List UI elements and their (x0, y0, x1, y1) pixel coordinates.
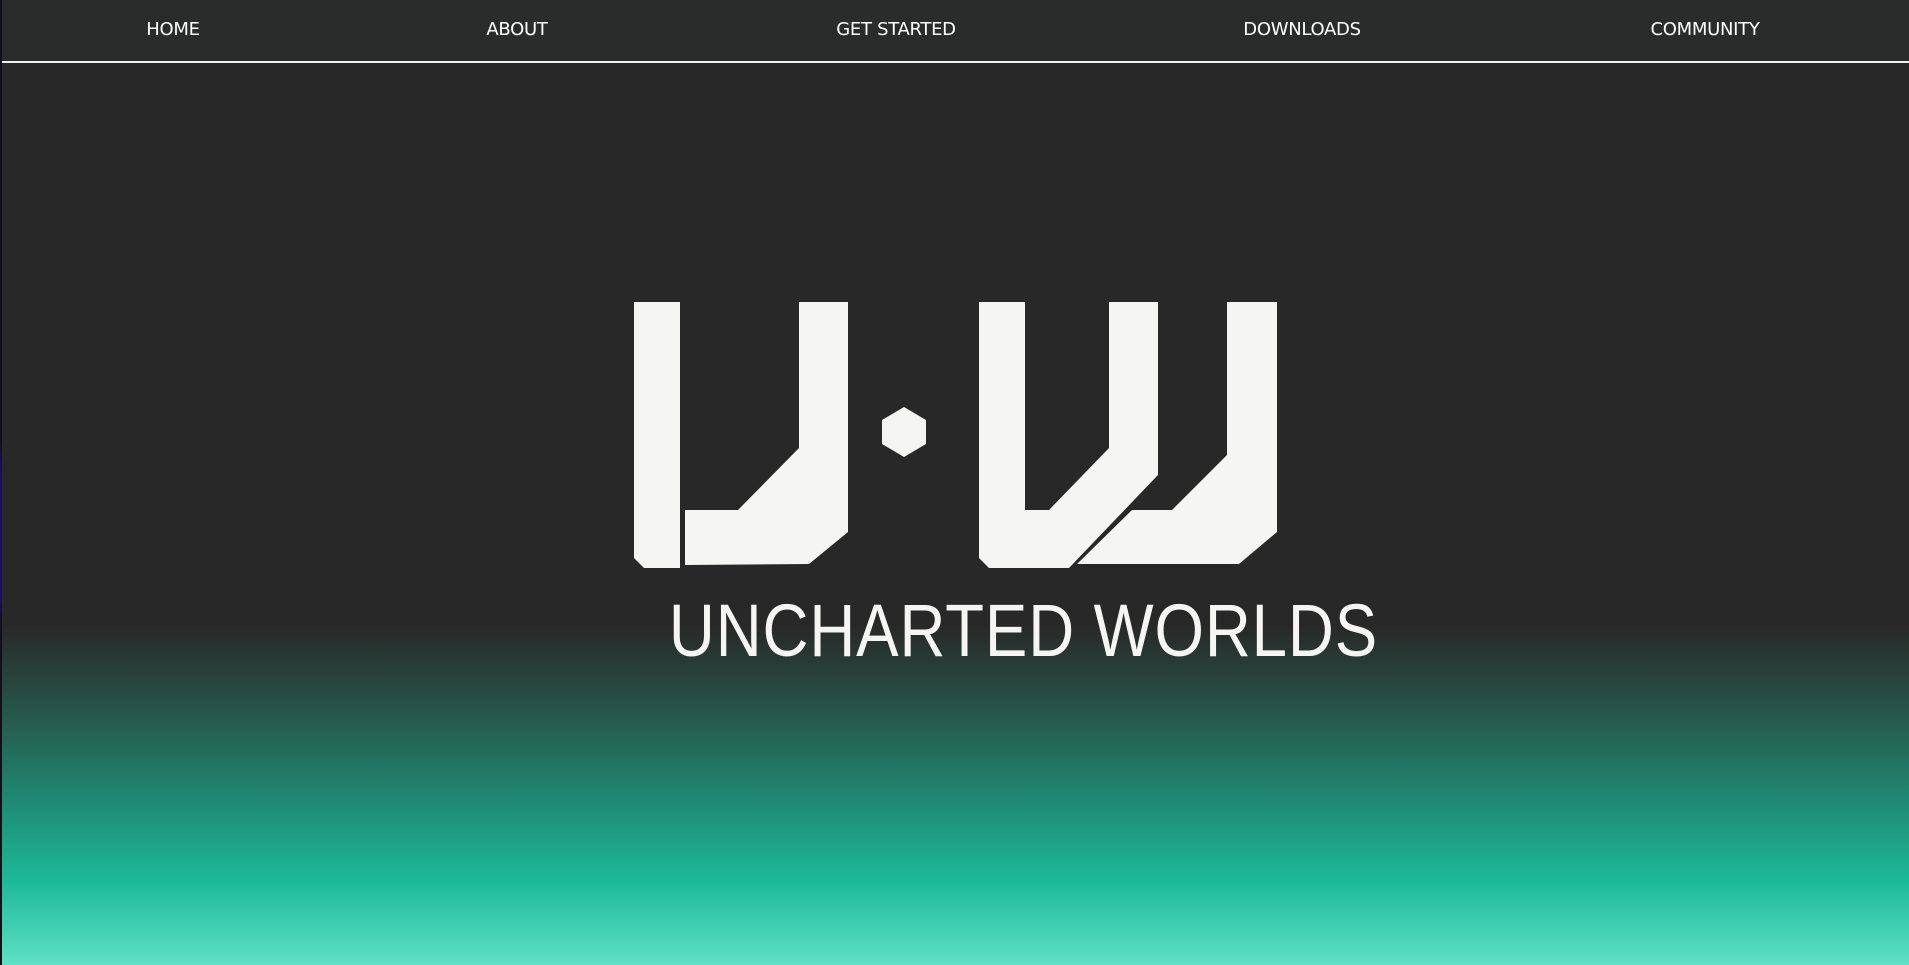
page: HOME ABOUT GET STARTED DOWNLOADS COMMUNI… (2, 0, 1909, 965)
nav-get-started-link[interactable]: GET STARTED (836, 19, 956, 41)
nav-about-link[interactable]: ABOUT (486, 19, 547, 41)
logo-u-right-stroke (685, 302, 848, 565)
nav-community-link[interactable]: COMMUNITY (1650, 19, 1759, 41)
nav-home-link[interactable]: HOME (146, 19, 200, 41)
logo-hexagon-dot (882, 407, 926, 457)
nav-downloads-link[interactable]: DOWNLOADS (1243, 19, 1361, 41)
uw-monogram-logo-icon (634, 300, 1280, 570)
top-navbar: HOME ABOUT GET STARTED DOWNLOADS COMMUNI… (2, 0, 1909, 63)
site-title: UNCHARTED WORLDS (668, 589, 1379, 672)
logo-u-left-stem (634, 302, 680, 568)
